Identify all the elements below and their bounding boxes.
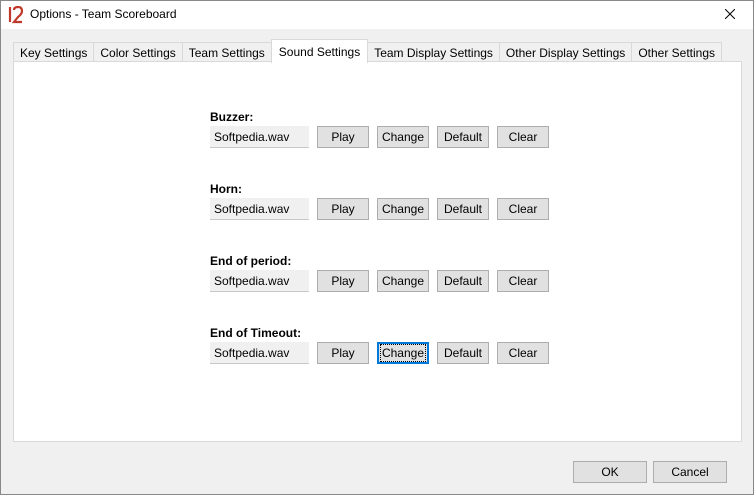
tab-key-settings[interactable]: Key Settings: [13, 42, 95, 63]
tab-color-settings[interactable]: Color Settings: [93, 42, 183, 63]
horn-clear-button[interactable]: Clear: [497, 198, 549, 220]
end-of-period-clear-button[interactable]: Clear: [497, 270, 549, 292]
tab-other-settings[interactable]: Other Settings: [631, 42, 723, 63]
end-of-period-label: End of period:: [210, 254, 292, 268]
tab-label: Team Settings: [188, 46, 265, 60]
end-of-timeout-default-button[interactable]: Default: [437, 342, 489, 364]
tab-other-display-settings[interactable]: Other Display Settings: [498, 42, 633, 63]
end-of-period-default-button[interactable]: Default: [437, 270, 489, 292]
horn-change-button[interactable]: Change: [377, 198, 429, 220]
buzzer-clear-button[interactable]: Clear: [497, 126, 549, 148]
options-window: Options - Team Scoreboard Key Settings C…: [0, 0, 754, 495]
end-of-period-file-field[interactable]: Softpedia.wav: [210, 270, 309, 292]
buzzer-file-field[interactable]: Softpedia.wav: [210, 126, 309, 148]
end-of-period-play-button[interactable]: Play: [317, 270, 369, 292]
settings-tabs: Key Settings Color Settings Team Setting…: [13, 39, 723, 63]
close-button[interactable]: [707, 1, 753, 29]
buzzer-change-button[interactable]: Change: [377, 126, 429, 148]
tab-label: Other Settings: [638, 46, 716, 60]
horn-play-button[interactable]: Play: [317, 198, 369, 220]
end-of-timeout-play-button[interactable]: Play: [317, 342, 369, 364]
tab-label: Other Display Settings: [505, 46, 626, 60]
title-bar: Options - Team Scoreboard: [1, 1, 753, 29]
tab-label: Key Settings: [20, 46, 88, 60]
tab-sound-settings[interactable]: Sound Settings: [270, 39, 369, 63]
file-name: Softpedia.wav: [214, 345, 290, 360]
tab-label: Color Settings: [100, 46, 176, 60]
file-name: Softpedia.wav: [214, 129, 290, 144]
end-of-timeout-change-button[interactable]: Change: [377, 342, 429, 364]
close-icon: [724, 8, 736, 22]
tab-team-display-settings[interactable]: Team Display Settings: [367, 42, 500, 63]
end-of-timeout-clear-button[interactable]: Clear: [497, 342, 549, 364]
tab-label: Sound Settings: [278, 44, 361, 59]
file-name: Softpedia.wav: [214, 201, 290, 216]
horn-default-button[interactable]: Default: [437, 198, 489, 220]
ok-button[interactable]: OK: [573, 461, 647, 483]
tab-label: Team Display Settings: [374, 46, 493, 60]
horn-file-field[interactable]: Softpedia.wav: [210, 198, 309, 220]
buzzer-label: Buzzer:: [210, 110, 254, 124]
end-of-timeout-file-field[interactable]: Softpedia.wav: [210, 342, 309, 364]
buzzer-play-button[interactable]: Play: [317, 126, 369, 148]
buzzer-default-button[interactable]: Default: [437, 126, 489, 148]
end-of-timeout-label: End of Timeout:: [210, 326, 302, 340]
horn-label: Horn:: [210, 182, 242, 196]
end-of-period-change-button[interactable]: Change: [377, 270, 429, 292]
scoreboard-logo-icon: [8, 5, 24, 24]
cancel-button[interactable]: Cancel: [653, 461, 727, 483]
file-name: Softpedia.wav: [214, 273, 290, 288]
sound-settings-panel: Buzzer: Softpedia.wav Play Change Defaul…: [13, 61, 742, 442]
window-title: Options - Team Scoreboard: [30, 7, 177, 21]
tab-team-settings[interactable]: Team Settings: [181, 42, 272, 63]
